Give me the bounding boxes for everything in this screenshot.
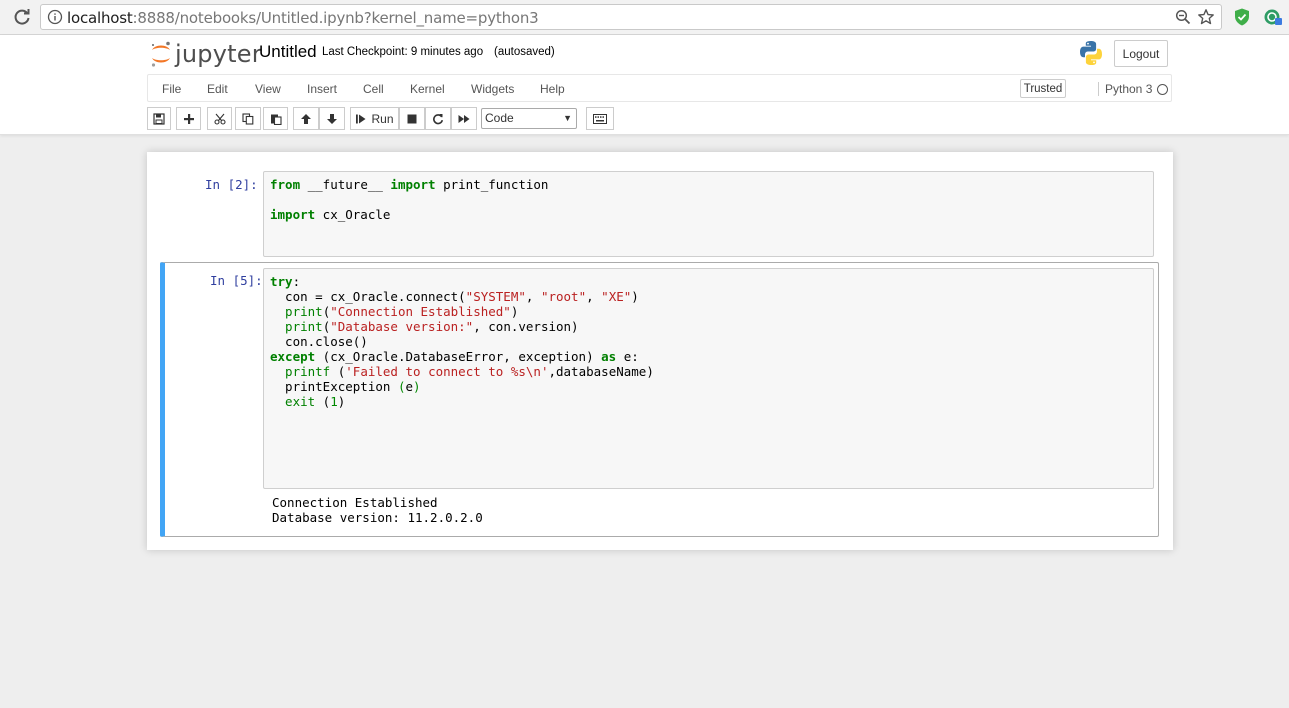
insert-cell-button[interactable] (176, 107, 201, 130)
arrow-down-icon (327, 113, 337, 124)
trusted-indicator[interactable]: Trusted (1020, 79, 1066, 98)
shield-extension-icon[interactable] (1232, 7, 1252, 27)
code-line: printf ('Failed to connect to %s\n',data… (270, 364, 654, 379)
move-up-button[interactable] (293, 107, 319, 130)
code-line: con = cx_Oracle.connect("SYSTEM", "root"… (270, 289, 639, 304)
restart-run-all-button[interactable] (451, 107, 477, 130)
menubar: File Edit View Insert Cell Kernel Widget… (147, 74, 1172, 102)
restart-button[interactable] (425, 107, 451, 130)
input-prompt: In [2]: (205, 177, 258, 192)
code-line: except (cx_Oracle.DatabaseError, excepti… (270, 349, 639, 364)
reload-icon[interactable] (12, 7, 32, 27)
code-cell-selected[interactable]: In [5]: try: con = cx_Oracle.connect("SY… (160, 262, 1159, 537)
menu-kernel[interactable]: Kernel (410, 82, 445, 96)
input-prompt: In [5]: (210, 273, 263, 288)
code-line: import cx_Oracle (270, 207, 391, 222)
bookmark-star-icon[interactable] (1197, 8, 1215, 26)
menu-insert[interactable]: Insert (307, 82, 337, 96)
interrupt-button[interactable] (399, 107, 425, 130)
code-editor[interactable]: from __future__ import print_function im… (263, 171, 1154, 257)
menu-file[interactable]: File (162, 82, 181, 96)
info-icon[interactable] (47, 9, 63, 25)
copy-icon (242, 112, 254, 125)
jupyter-logo[interactable]: jupyter (150, 40, 262, 68)
jupyter-logo-icon (151, 41, 170, 67)
menu-view[interactable]: View (255, 82, 281, 96)
output-line: Connection Established (272, 495, 438, 510)
menu-cell[interactable]: Cell (363, 82, 384, 96)
scissors-icon (213, 113, 226, 125)
kernel-name: Python 3 (1098, 82, 1152, 96)
fast-forward-icon (458, 114, 470, 123)
notebook-container: In [2]: from __future__ import print_fun… (147, 152, 1173, 550)
cell-output: Connection Established Database version:… (272, 495, 483, 525)
plus-icon (183, 113, 194, 124)
browser-toolbar: localhost:8888/notebooks/Untitled.ipynb?… (0, 0, 1289, 35)
save-icon (153, 112, 165, 125)
move-down-button[interactable] (319, 107, 345, 130)
menu-edit[interactable]: Edit (207, 82, 228, 96)
globe-extension-icon[interactable] (1263, 7, 1283, 27)
code-line: try: (270, 274, 301, 289)
kernel-idle-icon (1157, 84, 1168, 95)
zoom-icon[interactable] (1175, 9, 1191, 25)
caret-down-icon: ▼ (563, 113, 572, 123)
jupyter-header: jupyter Untitled Last Checkpoint: 9 minu… (0, 35, 1289, 135)
checkpoint-status: Last Checkpoint: 9 minutes ago (322, 46, 484, 58)
save-button[interactable] (147, 107, 171, 130)
run-button[interactable]: Run (350, 107, 399, 130)
autosave-status: (autosaved) (494, 46, 555, 58)
cut-button[interactable] (207, 107, 232, 130)
cell-type-value: Code (485, 111, 514, 125)
run-label: Run (371, 111, 394, 126)
logout-button[interactable]: Logout (1114, 40, 1168, 67)
menu-help[interactable]: Help (540, 82, 565, 96)
code-text: try: con = cx_Oracle.connect("SYSTEM", "… (270, 274, 654, 409)
keyboard-icon (593, 113, 607, 124)
code-line: print("Database version:", con.version) (270, 319, 579, 334)
code-line: from __future__ import print_function (270, 177, 549, 192)
python-logo-icon (1080, 41, 1102, 65)
code-line: exit (1) (270, 394, 346, 409)
stop-icon (407, 114, 417, 123)
code-cell[interactable]: In [2]: from __future__ import print_fun… (160, 170, 1159, 259)
address-bar[interactable]: localhost:8888/notebooks/Untitled.ipynb?… (40, 4, 1222, 30)
menu-widgets[interactable]: Widgets (471, 82, 514, 96)
paste-icon (270, 114, 282, 125)
code-line: print("Connection Established") (270, 304, 519, 319)
command-palette-button[interactable] (586, 107, 614, 130)
url-text[interactable]: localhost:8888/notebooks/Untitled.ipynb?… (67, 9, 539, 27)
jupyter-logo-text: jupyter (175, 40, 262, 68)
code-editor[interactable]: try: con = cx_Oracle.connect("SYSTEM", "… (263, 268, 1154, 489)
code-line: con.close() (270, 334, 368, 349)
restart-icon (433, 113, 444, 124)
paste-button[interactable] (263, 107, 288, 130)
code-line: printException (e) (270, 379, 421, 394)
cell-type-select[interactable]: Code ▼ (481, 108, 577, 129)
step-forward-icon (356, 114, 366, 123)
copy-button[interactable] (235, 107, 261, 130)
arrow-up-icon (301, 113, 311, 124)
notebook-toolbar: Run Code ▼ (147, 107, 1172, 131)
output-line: Database version: 11.2.0.2.0 (272, 510, 483, 525)
code-text: from __future__ import print_function im… (270, 177, 548, 222)
notebook-title[interactable]: Untitled (259, 42, 317, 62)
